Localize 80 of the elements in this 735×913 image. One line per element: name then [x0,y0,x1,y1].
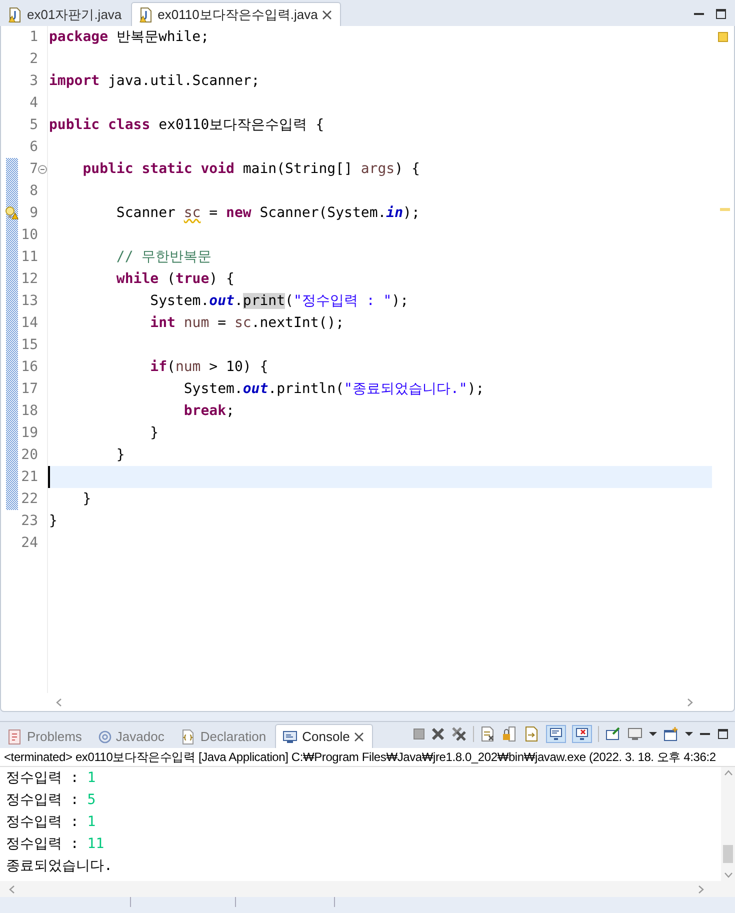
code-line: } [149,424,160,443]
stop-icon[interactable] [413,728,425,740]
scroll-thumb[interactable] [723,845,733,863]
console-output-line: 정수입력 : 1 [6,769,97,788]
file-warning-icon [138,6,154,22]
code-line: // 무한반복문 [115,248,213,267]
console-status-text: <terminated> ex0110보다작은수입력 [Java Application] C:₩Program Files₩Java₩jre1.8.0_202₩bin₩javaw.exe (2022. 3. 18. 오후 4:36:2 [0,748,735,767]
editor-tab[interactable]: ex0110보다작은수입력.java [130,2,341,26]
line-number: 23 [20,513,38,529]
caret-icon[interactable] [685,731,693,737]
maximize-icon[interactable] [715,8,727,20]
monitor-icon [549,727,563,741]
monitor-x-icon [575,727,589,741]
line-number: 1 [28,29,38,45]
line-number: 22 [20,491,38,507]
line-number: 3 [28,73,38,89]
code-line: int num = sc.nextInt(); [149,314,346,333]
line-number: 17 [20,381,38,397]
code-line: } [115,446,126,465]
line-number: 9 [28,205,38,221]
new-window-icon[interactable] [663,726,679,742]
code-line: System.out.print("정수입력 : "); [149,292,410,311]
close-icon[interactable] [354,732,364,742]
line-number: 2 [28,51,38,67]
line-number: 15 [20,337,38,353]
line-number: 19 [20,425,38,441]
console-output-line: 정수입력 : 1 [6,813,97,832]
file-warning-icon [7,6,23,22]
code-line: import java.util.Scanner; [49,72,261,91]
editor-tab[interactable]: ex01자판기.java [0,2,131,26]
code-line: } [49,512,58,531]
maximize-icon[interactable] [717,728,729,740]
line-number: 8 [28,183,38,199]
line-number: 21 [20,469,38,485]
line-number: 6 [28,139,38,155]
line-number: 4 [28,95,38,111]
line-number: 20 [20,447,38,463]
line-number: 18 [20,403,38,419]
declaration-icon [180,728,196,744]
monitor-icon[interactable] [627,726,643,742]
caret-icon[interactable] [649,731,657,737]
problems-icon [7,728,23,744]
collapse-icon[interactable] [38,164,47,174]
code-line: break; [182,402,236,421]
console-output-line: 정수입력 : 11 [6,835,106,854]
pin-icon[interactable] [605,726,621,742]
close-icon[interactable] [322,10,332,20]
code-line: public static void main(String[] args) { [82,160,421,179]
console-output-line: 정수입력 : 5 [6,791,97,810]
code-line: public class ex0110보다작은수입력 { [49,116,326,135]
page-x-icon[interactable] [480,726,496,742]
code-line: System.out.println("종료되었습니다."); [182,380,486,399]
lock-page-icon[interactable] [502,726,518,742]
page-arrow-icon[interactable] [524,726,540,742]
monitor-icon [282,728,298,744]
line-number: 5 [28,117,38,133]
code-line: if(num > 10) { [149,358,270,377]
line-number: 11 [20,249,38,265]
warning-summary-icon [718,32,728,42]
line-number: 7 [28,161,38,177]
code-line: } [82,490,92,509]
panel-tab[interactable]: Problems [0,724,91,748]
toggle-button[interactable] [572,725,592,743]
panel-tab[interactable]: Javadoc [90,724,174,748]
x-icon[interactable] [431,727,445,741]
line-number: 13 [20,293,38,309]
line-number: 14 [20,315,38,331]
double-x-icon[interactable] [451,726,467,742]
line-number: 24 [20,535,38,551]
panel-tab[interactable]: Declaration [173,724,276,748]
line-number: 10 [20,227,38,243]
console-output-line: 종료되었습니다. [6,857,114,876]
line-number: 12 [20,271,38,287]
line-number: 16 [20,359,38,375]
toggle-button[interactable] [546,725,566,743]
lightbulb-warning-icon[interactable] [5,206,19,220]
code-line: while (true) { [115,270,236,289]
code-line: Scanner sc = new Scanner(System.in); [115,204,421,223]
code-line: package 반복문while; [49,28,210,47]
panel-tab[interactable]: Console [275,724,373,748]
